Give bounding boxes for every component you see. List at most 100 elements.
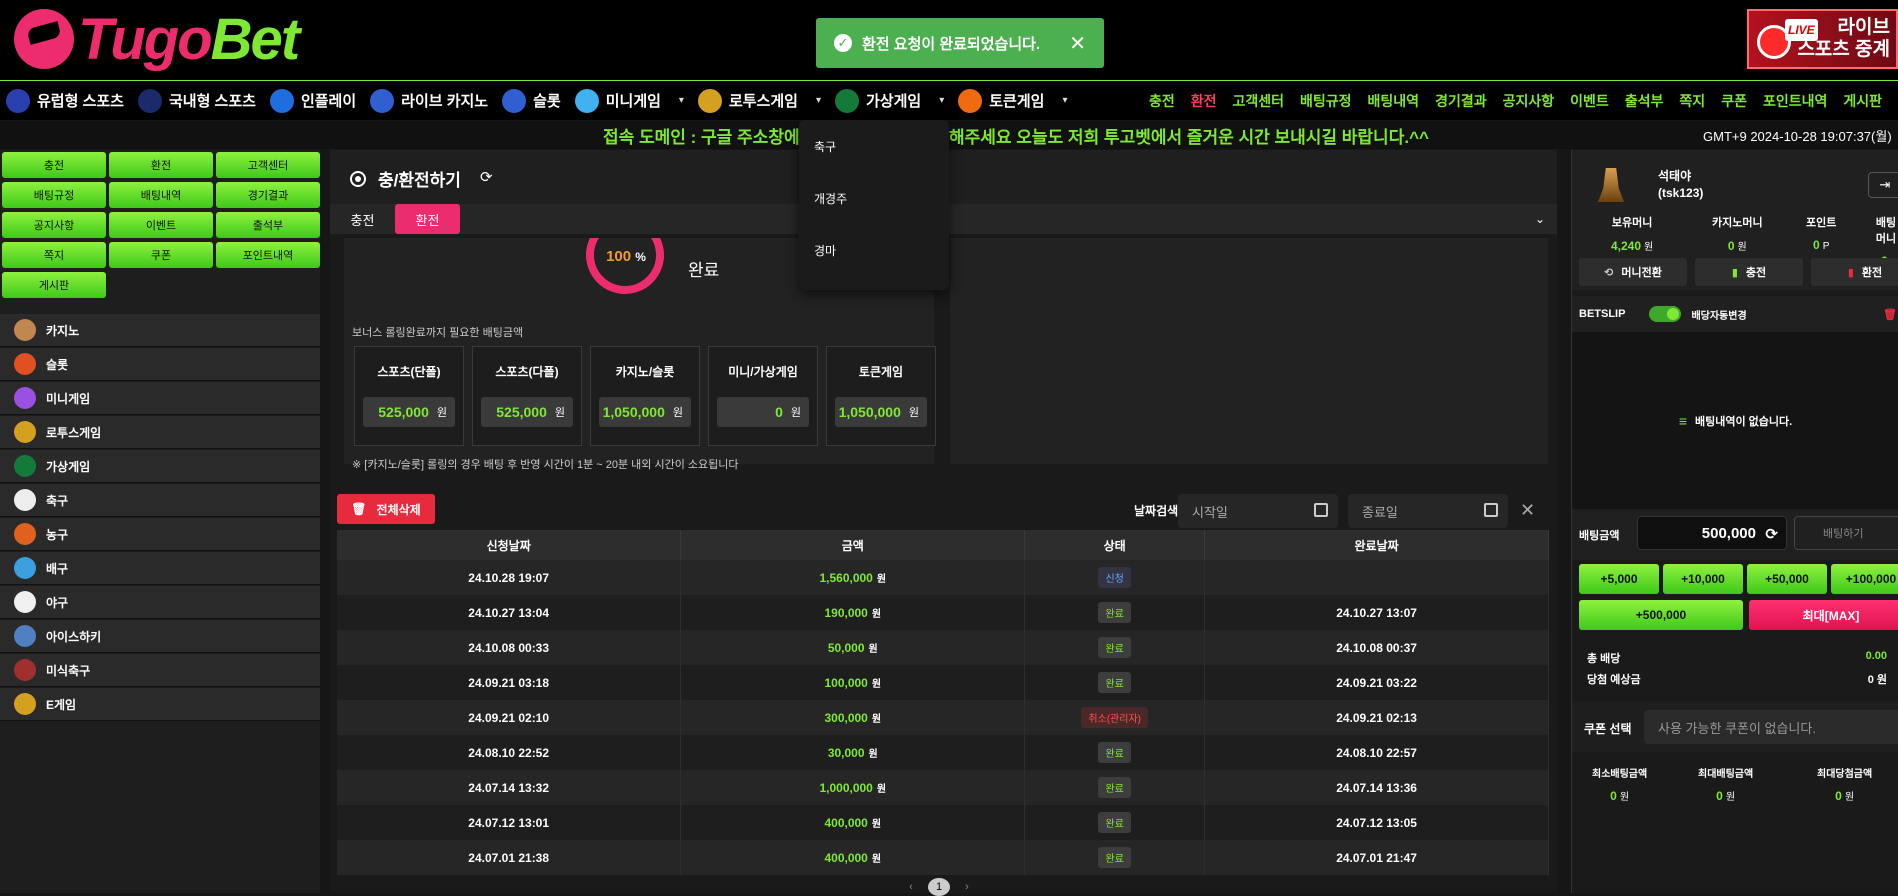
live-sports-banner[interactable]: LIVE 라이브 스포츠 중계 [1747,9,1898,69]
top-link-0[interactable]: 충전 [1149,91,1175,111]
wallet-button-0[interactable]: ⟲ 머니전환 [1579,258,1687,286]
calendar-icon[interactable] [1484,503,1498,517]
refresh-icon[interactable]: ⟳ [480,168,493,186]
sidebar-item-5[interactable]: 축구 [0,484,320,517]
nav-item-label: 미니게임 [605,93,661,110]
top-link-12[interactable]: 게시판 [1843,91,1882,111]
next-page-button[interactable]: › [956,878,978,896]
bet-limit-value: 0원 [1698,788,1753,803]
amount-button-2[interactable]: +50,000 [1747,564,1827,594]
sidebar-item-1[interactable]: 슬롯 [0,348,320,381]
status-cell: 신청 [1024,560,1206,595]
quick-button-7[interactable]: 이벤트 [109,212,213,238]
trash-icon[interactable]: 🗑 [1883,308,1897,321]
wallet-button-2[interactable]: ▮ 환전 [1811,258,1898,286]
delete-all-button[interactable]: 🗑 전체삭제 [337,494,435,524]
top-link-10[interactable]: 쿠폰 [1721,91,1747,111]
quick-button-11[interactable]: 포인트내역 [216,242,320,268]
quick-button-6[interactable]: 공지사항 [2,212,106,238]
nav-item-1[interactable]: 국내형 스포츠 [137,81,256,121]
prev-page-button[interactable]: ‹ [900,878,922,896]
quick-button-12[interactable]: 게시판 [2,272,106,298]
sidebar-item-3[interactable]: 로투스게임 [0,416,320,449]
top-link-4[interactable]: 배팅내역 [1368,91,1420,111]
wallet-button-1[interactable]: ▮ 충전 [1695,258,1803,286]
top-link-8[interactable]: 출석부 [1625,91,1664,111]
nav-item-2[interactable]: 인플레이 [269,81,356,121]
deposit-icon: ▮ [1731,266,1738,279]
start-date-input[interactable]: 시작일 [1178,494,1338,528]
bet-amount-input[interactable]: 500,000 ⟳ [1637,516,1787,550]
calendar-icon[interactable] [1314,503,1328,517]
reset-icon[interactable]: ⟳ [1765,525,1778,543]
main-nav: 유럽형 스포츠 국내형 스포츠 인플레이 라이브 카지노 슬롯 미니게임 ▾ 로투스게임 ▾ 가상… [0,80,1898,120]
sidebar-item-10[interactable]: 미식축구 [0,654,320,687]
quick-button-2[interactable]: 고객센터 [216,152,320,178]
quick-button-4[interactable]: 배팅내역 [109,182,213,208]
page-1-button[interactable]: 1 [928,878,950,896]
quick-button-3[interactable]: 배팅규정 [2,182,106,208]
quick-button-0[interactable]: 충전 [2,152,106,178]
limit-amount: 0 [1610,789,1617,803]
status-badge: 완료 [1098,777,1131,798]
status-badge: 신청 [1098,567,1131,588]
amount-button-1[interactable]: +10,000 [1663,564,1743,594]
sidebar-item-label: E게임 [46,697,77,712]
top-link-9[interactable]: 쪽지 [1679,91,1705,111]
top-link-3[interactable]: 배팅규정 [1300,91,1352,111]
amount-button-3[interactable]: +100,000 [1831,564,1898,594]
chevron-down-icon[interactable]: ⌄ [1535,212,1545,226]
top-link-6[interactable]: 공지사항 [1503,91,1555,111]
sidebar-item-9[interactable]: 아이스하키 [0,620,320,653]
quick-button-9[interactable]: 쪽지 [2,242,106,268]
end-date-input[interactable]: 종료일 [1348,494,1508,528]
max-button[interactable]: 최대[MAX] [1749,600,1898,630]
sidebar-item-6[interactable]: 농구 [0,518,320,551]
clear-dates-icon[interactable]: ✕ [1520,500,1535,521]
top-link-11[interactable]: 포인트내역 [1763,91,1827,111]
nav-item-8[interactable]: 토큰게임 ▾ [958,81,1067,121]
status-badge: 취소(관리자) [1081,707,1148,728]
dropdown-item-1[interactable]: 개경주 [799,172,949,224]
quick-button-10[interactable]: 쿠폰 [109,242,213,268]
table-row: 24.08.10 22:52 30,000 원 완료 24.08.10 22:57 [337,735,1549,770]
bet-submit-toggle[interactable]: 배팅하기 [1794,516,1898,550]
amount-button-4[interactable]: +500,000 [1579,600,1743,630]
toast-close-button[interactable]: ✕ [1069,31,1086,56]
tab-withdraw[interactable]: 환전 [395,204,460,234]
sidebar-item-0[interactable]: 카지노 [0,314,320,347]
sidebar-item-label: 아이스하키 [46,629,102,644]
card-amount: 1,050,000 [602,404,665,420]
nav-item-5[interactable]: 미니게임 ▾ [574,81,684,121]
top-link-1[interactable]: 환전 [1191,91,1217,111]
nav-item-0[interactable]: 유럽형 스포츠 [6,81,124,121]
quick-button-8[interactable]: 출석부 [216,212,320,238]
dropdown-item-0[interactable]: 축구 [799,120,949,172]
top-link-5[interactable]: 경기결과 [1435,91,1487,111]
nav-item-6[interactable]: 로투스게임 ▾ [697,81,821,121]
sidebar-item-7[interactable]: 배구 [0,552,320,585]
site-logo[interactable]: Tugo Bet [14,6,300,72]
withdraw-history-table: 신청날짜 금액 상태 완료날짜 24.10.28 19:07 1,560,000 원 신청 2… [337,530,1549,875]
check-icon: ✓ [834,34,852,52]
dropdown-item-2[interactable]: 경마 [799,224,949,276]
amount-button-0[interactable]: +5,000 [1579,564,1659,594]
auto-odds-toggle[interactable] [1649,306,1682,322]
top-link-2[interactable]: 고객센터 [1232,91,1284,111]
sidebar-item-8[interactable]: 야구 [0,586,320,619]
logo-text-bet: Bet [210,6,300,72]
coupon-select[interactable]: 사용 가능한 쿠폰이 없습니다.▾ [1644,710,1898,744]
logout-icon[interactable]: ⇥ [1868,172,1898,198]
sidebar-item-4[interactable]: 가상게임 [0,450,320,483]
nav-item-3[interactable]: 라이브 카지노 [370,81,488,121]
complete-date-cell: 24.08.10 22:57 [1204,735,1549,770]
nav-item-4[interactable]: 슬롯 [502,81,561,121]
sidebar-item-11[interactable]: E게임 [0,688,320,721]
nav-item-7[interactable]: 가상게임 ▾ [835,81,944,121]
tab-deposit[interactable]: 충전 [330,204,395,234]
status-cell: 완료 [1024,805,1206,840]
quick-button-5[interactable]: 경기결과 [216,182,320,208]
sidebar-item-2[interactable]: 미니게임 [0,382,320,415]
quick-button-1[interactable]: 환전 [109,152,213,178]
top-link-7[interactable]: 이벤트 [1570,91,1609,111]
